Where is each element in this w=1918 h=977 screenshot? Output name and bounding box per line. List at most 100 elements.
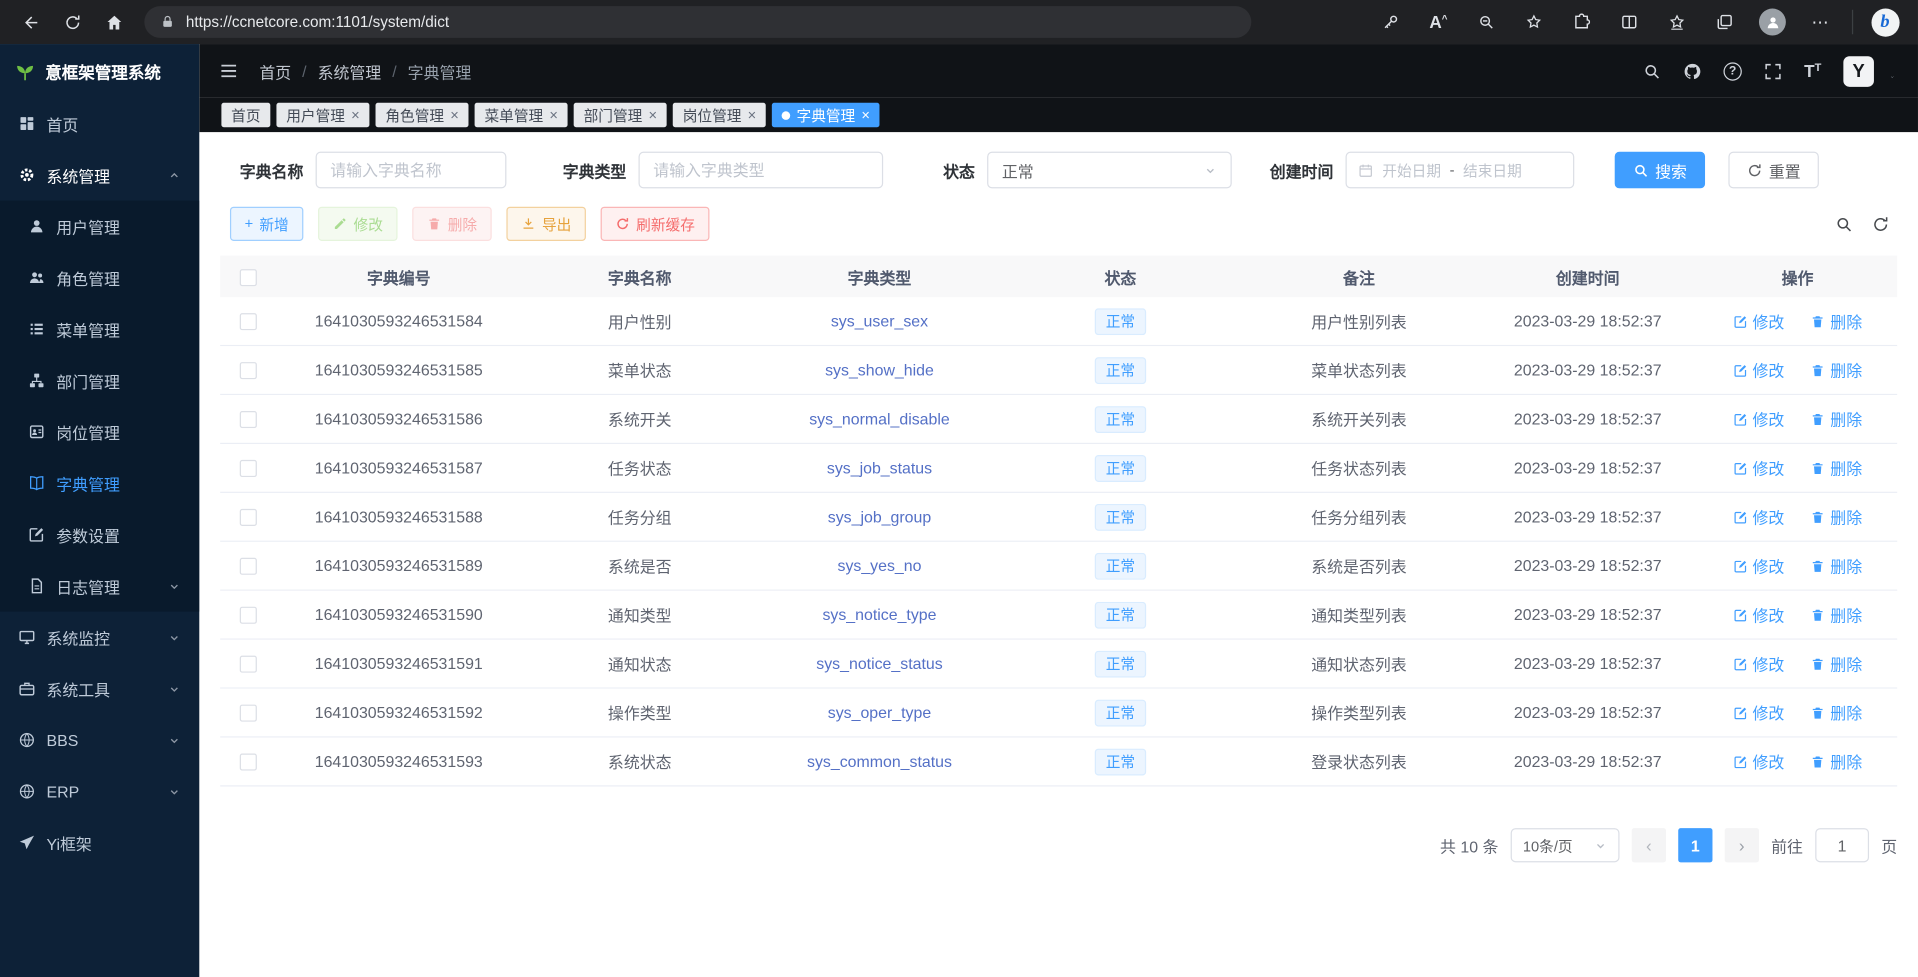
next-page-button[interactable]: ›: [1725, 828, 1759, 862]
zoom-out-icon[interactable]: [1470, 6, 1502, 38]
dict-name-input[interactable]: [316, 152, 507, 189]
row-delete-link[interactable]: 删除: [1811, 505, 1862, 528]
row-edit-link[interactable]: 修改: [1733, 309, 1784, 332]
collapse-menu-icon[interactable]: [219, 61, 239, 81]
row-checkbox[interactable]: [240, 607, 257, 624]
browser-back-button[interactable]: [12, 4, 49, 41]
sidebar-item-system-management[interactable]: 系统管理: [0, 149, 199, 200]
extensions-icon[interactable]: [1566, 6, 1598, 38]
prev-page-button[interactable]: ‹: [1632, 828, 1666, 862]
row-delete-link[interactable]: 删除: [1811, 554, 1862, 577]
sidebar-item-parameter-settings[interactable]: 参数设置: [0, 509, 199, 560]
sidebar-item-post-management[interactable]: 岗位管理: [0, 406, 199, 457]
tab-close-icon[interactable]: ×: [450, 108, 459, 123]
password-key-icon[interactable]: [1375, 6, 1407, 38]
row-delete-link[interactable]: 删除: [1811, 309, 1862, 332]
select-all-checkbox[interactable]: [240, 269, 257, 286]
row-edit-link[interactable]: 修改: [1733, 505, 1784, 528]
row-delete-link[interactable]: 删除: [1811, 750, 1862, 773]
sidebar-item-bbs[interactable]: BBS: [0, 714, 199, 765]
dict-type-link[interactable]: sys_common_status: [807, 752, 952, 770]
dict-type-input[interactable]: [639, 152, 884, 189]
row-checkbox[interactable]: [240, 509, 257, 526]
current-page-button[interactable]: 1: [1678, 828, 1712, 862]
sidebar-item-dict-management[interactable]: 字典管理: [0, 457, 199, 508]
header-search-icon[interactable]: [1643, 62, 1661, 80]
sidebar-item-log-management[interactable]: 日志管理: [0, 560, 199, 611]
row-delete-link[interactable]: 删除: [1811, 358, 1862, 381]
goto-page-input[interactable]: [1815, 828, 1869, 862]
user-avatar[interactable]: Y: [1843, 56, 1874, 87]
dict-type-link[interactable]: sys_notice_status: [816, 654, 942, 672]
row-edit-link[interactable]: 修改: [1733, 358, 1784, 381]
browser-refresh-button[interactable]: [54, 4, 91, 41]
row-edit-link[interactable]: 修改: [1733, 603, 1784, 626]
tab-department-management[interactable]: 部门管理×: [574, 103, 667, 127]
dict-type-link[interactable]: sys_user_sex: [831, 312, 928, 330]
breadcrumb-system-management[interactable]: 系统管理: [318, 59, 382, 82]
read-aloud-icon[interactable]: A^: [1423, 6, 1455, 38]
row-edit-link[interactable]: 修改: [1733, 554, 1784, 577]
tab-close-icon[interactable]: ×: [861, 108, 870, 123]
sidebar-item-home[interactable]: 首页: [0, 98, 199, 149]
row-checkbox[interactable]: [240, 460, 257, 477]
row-edit-link[interactable]: 修改: [1733, 750, 1784, 773]
sidebar-item-role-management[interactable]: 角色管理: [0, 252, 199, 303]
dict-type-link[interactable]: sys_show_hide: [825, 361, 934, 379]
more-options-icon[interactable]: ⋯: [1804, 6, 1836, 38]
dict-type-link[interactable]: sys_normal_disable: [809, 410, 950, 428]
tab-dict-management[interactable]: 字典管理×: [772, 103, 880, 127]
row-edit-link[interactable]: 修改: [1733, 701, 1784, 724]
font-size-icon[interactable]: TT: [1804, 61, 1821, 81]
browser-profile-avatar[interactable]: [1757, 6, 1789, 38]
sidebar-item-menu-management[interactable]: 菜单管理: [0, 303, 199, 354]
table-refresh-icon[interactable]: [1871, 215, 1889, 233]
sidebar-item-yi-framework[interactable]: Yi框架: [0, 817, 199, 868]
tab-role-management[interactable]: 角色管理×: [376, 103, 469, 127]
split-screen-icon[interactable]: [1613, 6, 1645, 38]
row-checkbox[interactable]: [240, 411, 257, 428]
tab-close-icon[interactable]: ×: [748, 108, 757, 123]
favorites-icon[interactable]: [1661, 6, 1693, 38]
sidebar-item-erp[interactable]: ERP: [0, 766, 199, 817]
row-checkbox[interactable]: [240, 754, 257, 771]
tab-menu-management[interactable]: 菜单管理×: [475, 103, 568, 127]
row-delete-link[interactable]: 删除: [1811, 652, 1862, 675]
search-button[interactable]: 搜索: [1615, 152, 1706, 189]
row-checkbox[interactable]: [240, 362, 257, 379]
tab-close-icon[interactable]: ×: [648, 108, 657, 123]
row-checkbox[interactable]: [240, 313, 257, 330]
row-edit-link[interactable]: 修改: [1733, 456, 1784, 479]
browser-address-bar[interactable]: https://ccnetcore.com:1101/system/dict: [144, 6, 1251, 38]
row-checkbox[interactable]: [240, 558, 257, 575]
refresh-cache-button[interactable]: 刷新缓存: [601, 207, 710, 241]
tab-user-management[interactable]: 用户管理×: [276, 103, 369, 127]
breadcrumb-home[interactable]: 首页: [259, 59, 291, 82]
github-icon[interactable]: [1683, 62, 1701, 80]
row-delete-link[interactable]: 删除: [1811, 407, 1862, 430]
help-icon[interactable]: ?: [1723, 62, 1741, 80]
dict-type-link[interactable]: sys_notice_type: [822, 605, 936, 623]
copilot-bing-icon[interactable]: b: [1869, 6, 1901, 38]
row-edit-link[interactable]: 修改: [1733, 407, 1784, 430]
row-delete-link[interactable]: 删除: [1811, 603, 1862, 626]
row-edit-link[interactable]: 修改: [1733, 652, 1784, 675]
tab-close-icon[interactable]: ×: [549, 108, 558, 123]
sidebar-item-user-management[interactable]: 用户管理: [0, 201, 199, 252]
row-delete-link[interactable]: 删除: [1811, 701, 1862, 724]
dict-type-link[interactable]: sys_job_group: [828, 508, 931, 526]
row-delete-link[interactable]: 删除: [1811, 456, 1862, 479]
dict-type-link[interactable]: sys_job_status: [827, 459, 932, 477]
reset-button[interactable]: 重置: [1728, 152, 1819, 189]
status-select[interactable]: 正常: [987, 152, 1232, 189]
sidebar-item-system-tools[interactable]: 系统工具: [0, 663, 199, 714]
add-favorite-icon[interactable]: [1518, 6, 1550, 38]
tab-home[interactable]: 首页: [221, 103, 270, 127]
row-checkbox[interactable]: [240, 656, 257, 673]
tab-post-management[interactable]: 岗位管理×: [673, 103, 766, 127]
dict-type-link[interactable]: sys_yes_no: [837, 557, 921, 575]
dict-type-link[interactable]: sys_oper_type: [828, 703, 931, 721]
row-checkbox[interactable]: [240, 705, 257, 722]
sidebar-item-department-management[interactable]: 部门管理: [0, 355, 199, 406]
browser-home-button[interactable]: [95, 4, 132, 41]
